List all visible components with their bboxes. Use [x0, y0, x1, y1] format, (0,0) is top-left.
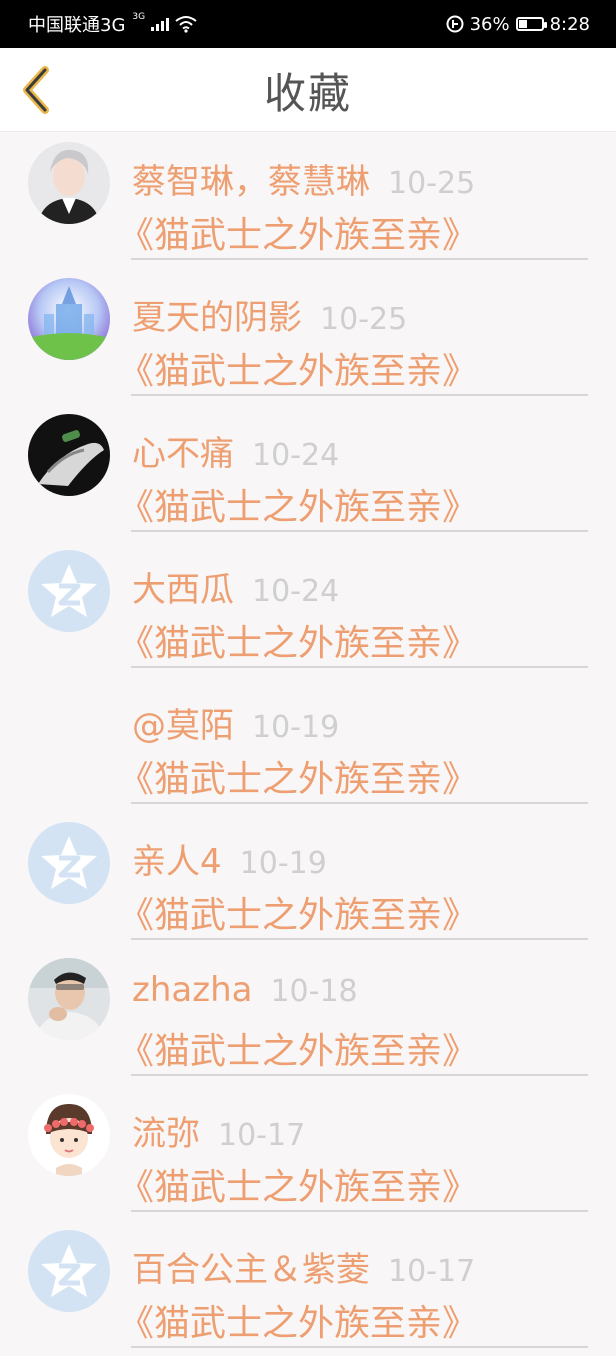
favorites-list: 蔡智琳，蔡慧琳 10-25 《猫武士之外族至亲》 夏天的阴影 10-25 《猫武…: [0, 132, 616, 1356]
divider: [131, 802, 588, 804]
user-name[interactable]: 百合公主＆紫菱: [132, 1242, 370, 1291]
qzone-star-avatar[interactable]: [28, 822, 110, 904]
item-meta: 夏天的阴影 10-25: [132, 290, 407, 339]
user-name[interactable]: 大西瓜: [132, 562, 234, 611]
divider: [131, 1210, 588, 1212]
status-left: 中国联通3G 3G: [28, 11, 197, 37]
divider: [131, 938, 588, 940]
data-saver-icon: [446, 15, 464, 33]
qzone-star-avatar[interactable]: [28, 550, 110, 632]
carrier-label: 中国联通3G: [28, 15, 126, 36]
divider: [131, 394, 588, 396]
item-meta: 流弥 10-17: [132, 1106, 305, 1155]
item-date: 10-18: [270, 974, 358, 1009]
user-name[interactable]: 流弥: [132, 1106, 200, 1155]
item-meta: 蔡智琳，蔡慧琳 10-25: [132, 154, 475, 203]
page-title: 收藏: [263, 68, 352, 118]
list-item[interactable]: 百合公主＆紫菱 10-17 《猫武士之外族至亲》: [0, 1220, 616, 1356]
selfie-avatar[interactable]: [28, 958, 110, 1040]
list-item[interactable]: 亲人4 10-19 《猫武士之外族至亲》: [0, 812, 616, 948]
item-title[interactable]: 《猫武士之外族至亲》: [118, 614, 478, 666]
item-title[interactable]: 《猫武士之外族至亲》: [118, 750, 478, 802]
item-title[interactable]: 《猫武士之外族至亲》: [118, 206, 478, 258]
list-item[interactable]: 蔡智琳，蔡慧琳 10-25 《猫武士之外族至亲》: [0, 132, 616, 268]
battery-percent: 36%: [469, 13, 510, 35]
item-date: 10-24: [252, 438, 340, 473]
user-name[interactable]: 亲人4: [132, 834, 222, 883]
cartoon-girl-avatar[interactable]: [28, 1094, 110, 1176]
list-item[interactable]: zhazha 10-18 《猫武士之外族至亲》: [0, 948, 616, 1084]
user-name[interactable]: zhazha: [132, 970, 252, 1010]
item-title[interactable]: 《猫武士之外族至亲》: [118, 1158, 478, 1210]
wifi-icon: [175, 16, 197, 33]
item-date: 10-24: [252, 574, 340, 609]
clock: 8:28: [549, 13, 590, 35]
item-date: 10-19: [239, 846, 327, 881]
qzone-star-avatar[interactable]: [28, 1230, 110, 1312]
divider: [131, 258, 588, 260]
item-title[interactable]: 《猫武士之外族至亲》: [118, 478, 478, 530]
item-meta: 亲人4 10-19: [132, 834, 327, 883]
castle-avatar[interactable]: [28, 278, 110, 360]
divider: [131, 1346, 588, 1348]
network-type: 3G: [132, 12, 146, 22]
item-meta: 大西瓜 10-24: [132, 562, 339, 611]
item-title[interactable]: 《猫武士之外族至亲》: [118, 886, 478, 938]
header: 收藏: [0, 48, 616, 132]
battery-icon: [515, 17, 547, 31]
item-title[interactable]: 《猫武士之外族至亲》: [118, 342, 478, 394]
item-date: 10-17: [218, 1118, 306, 1153]
list-item[interactable]: 心不痛 10-24 《猫武士之外族至亲》: [0, 404, 616, 540]
item-date: 10-25: [388, 166, 476, 201]
item-title[interactable]: 《猫武士之外族至亲》: [118, 1022, 478, 1074]
item-date: 10-19: [252, 710, 340, 745]
user-name[interactable]: 夏天的阴影: [132, 290, 302, 339]
status-right: 36% 8:28: [446, 14, 590, 35]
item-date: 10-17: [388, 1254, 476, 1289]
divider: [131, 530, 588, 532]
item-meta: zhazha 10-18: [132, 970, 358, 1010]
item-meta: 心不痛 10-24: [132, 426, 339, 475]
hand-avatar[interactable]: [28, 414, 110, 496]
list-item[interactable]: 流弥 10-17 《猫武士之外族至亲》: [0, 1084, 616, 1220]
list-item[interactable]: @莫陌 10-19 《猫武士之外族至亲》: [0, 676, 616, 812]
user-name[interactable]: 蔡智琳，蔡慧琳: [132, 154, 370, 203]
status-bar: 中国联通3G 3G 36% 8:28: [0, 0, 616, 48]
item-title[interactable]: 《猫武士之外族至亲》: [118, 1294, 478, 1346]
item-date: 10-25: [320, 302, 408, 337]
divider: [131, 1074, 588, 1076]
user-name[interactable]: 心不痛: [132, 426, 234, 475]
portrait-avatar[interactable]: [28, 142, 110, 224]
user-name[interactable]: @莫陌: [132, 698, 234, 747]
signal-icon: [151, 17, 170, 31]
item-meta: @莫陌 10-19: [132, 698, 339, 747]
list-item[interactable]: 夏天的阴影 10-25 《猫武士之外族至亲》: [0, 268, 616, 404]
item-meta: 百合公主＆紫菱 10-17: [132, 1242, 475, 1291]
divider: [131, 666, 588, 668]
list-item[interactable]: 大西瓜 10-24 《猫武士之外族至亲》: [0, 540, 616, 676]
